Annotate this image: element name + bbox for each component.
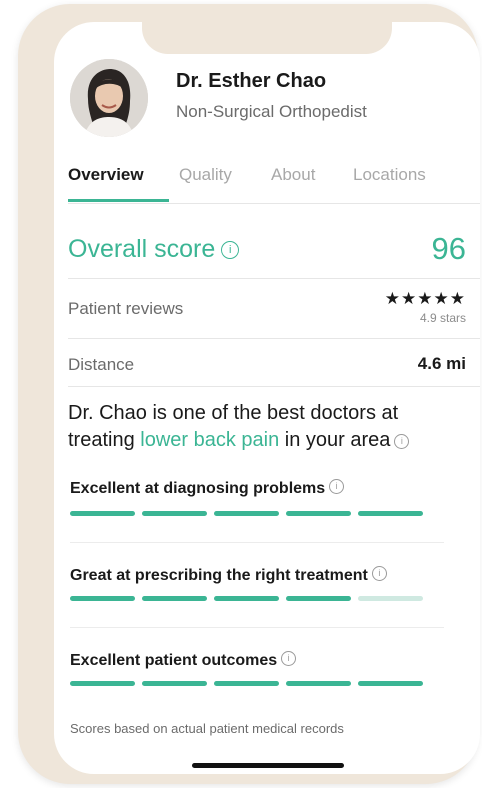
criterion-outcomes: Excellent patient outcomes i xyxy=(70,651,297,670)
criterion-label: Excellent at diagnosing problems xyxy=(70,480,326,497)
divider xyxy=(70,542,444,543)
phone-notch xyxy=(142,22,392,54)
info-circle-icon[interactable]: i xyxy=(329,479,345,494)
home-indicator[interactable] xyxy=(192,763,344,768)
score-bar-filled xyxy=(286,681,351,686)
score-bar-filled xyxy=(358,681,423,686)
score-bar-filled xyxy=(214,596,279,601)
overall-score-value: 96 xyxy=(431,231,466,266)
score-bar-filled xyxy=(286,511,351,516)
distance-label: Distance xyxy=(68,355,135,374)
doctor-avatar xyxy=(70,59,148,137)
criterion-diagnosing: Excellent at diagnosing problems i xyxy=(70,479,345,498)
overall-score-text: Overall score xyxy=(68,235,216,263)
footnote: Scores based on actual patient medical r… xyxy=(70,721,344,736)
distance-value: 4.6 mi xyxy=(417,354,466,373)
score-bar-filled xyxy=(142,681,207,686)
condition-link[interactable]: lower back pain xyxy=(140,429,279,451)
score-bar-empty xyxy=(358,596,423,601)
info-circle-icon[interactable]: i xyxy=(371,566,387,581)
criterion-label: Excellent patient outcomes xyxy=(70,652,278,669)
tab-overview[interactable]: Overview xyxy=(68,165,144,185)
score-bar-filled xyxy=(358,511,423,516)
score-bar-filled xyxy=(214,511,279,516)
doctor-name: Dr. Esther Chao xyxy=(176,70,327,92)
criterion-label: Great at prescribing the right treatment xyxy=(70,567,368,584)
divider xyxy=(68,386,480,387)
score-bar-filled xyxy=(70,681,135,686)
tab-quality[interactable]: Quality xyxy=(179,165,232,185)
active-tab-indicator xyxy=(68,199,169,202)
info-circle-icon[interactable]: i xyxy=(221,241,240,260)
score-bar-filled xyxy=(286,596,351,601)
tab-about[interactable]: About xyxy=(271,165,315,185)
profile-tabs: Overview Quality About Locations xyxy=(68,165,480,204)
phone-frame: Dr. Esther Chao Non-Surgical Orthopedist… xyxy=(18,4,480,784)
score-bar-filled xyxy=(214,681,279,686)
score-bar-filled xyxy=(70,596,135,601)
star-rating-icon: ★★★★★ xyxy=(384,289,466,308)
star-rating-caption: 4.9 stars xyxy=(419,311,466,325)
info-circle-icon[interactable]: i xyxy=(281,651,297,666)
score-bar-filled xyxy=(142,511,207,516)
summary-statement: Dr. Chao is one of the best doctors at t… xyxy=(68,400,470,454)
criterion-treatment: Great at prescribing the right treatment… xyxy=(70,566,387,585)
score-bar-filled xyxy=(142,596,207,601)
divider xyxy=(68,338,480,339)
patient-reviews-label: Patient reviews xyxy=(68,299,184,318)
score-bar-filled xyxy=(70,511,135,516)
info-circle-icon[interactable]: i xyxy=(394,434,410,449)
summary-suffix: in your area xyxy=(279,429,391,451)
overall-score-label: Overall score i xyxy=(68,235,240,264)
divider xyxy=(68,278,480,279)
app-screen: Dr. Esther Chao Non-Surgical Orthopedist… xyxy=(54,22,480,774)
doctor-specialty: Non-Surgical Orthopedist xyxy=(176,102,367,121)
tab-locations[interactable]: Locations xyxy=(353,165,426,185)
divider xyxy=(70,627,444,628)
